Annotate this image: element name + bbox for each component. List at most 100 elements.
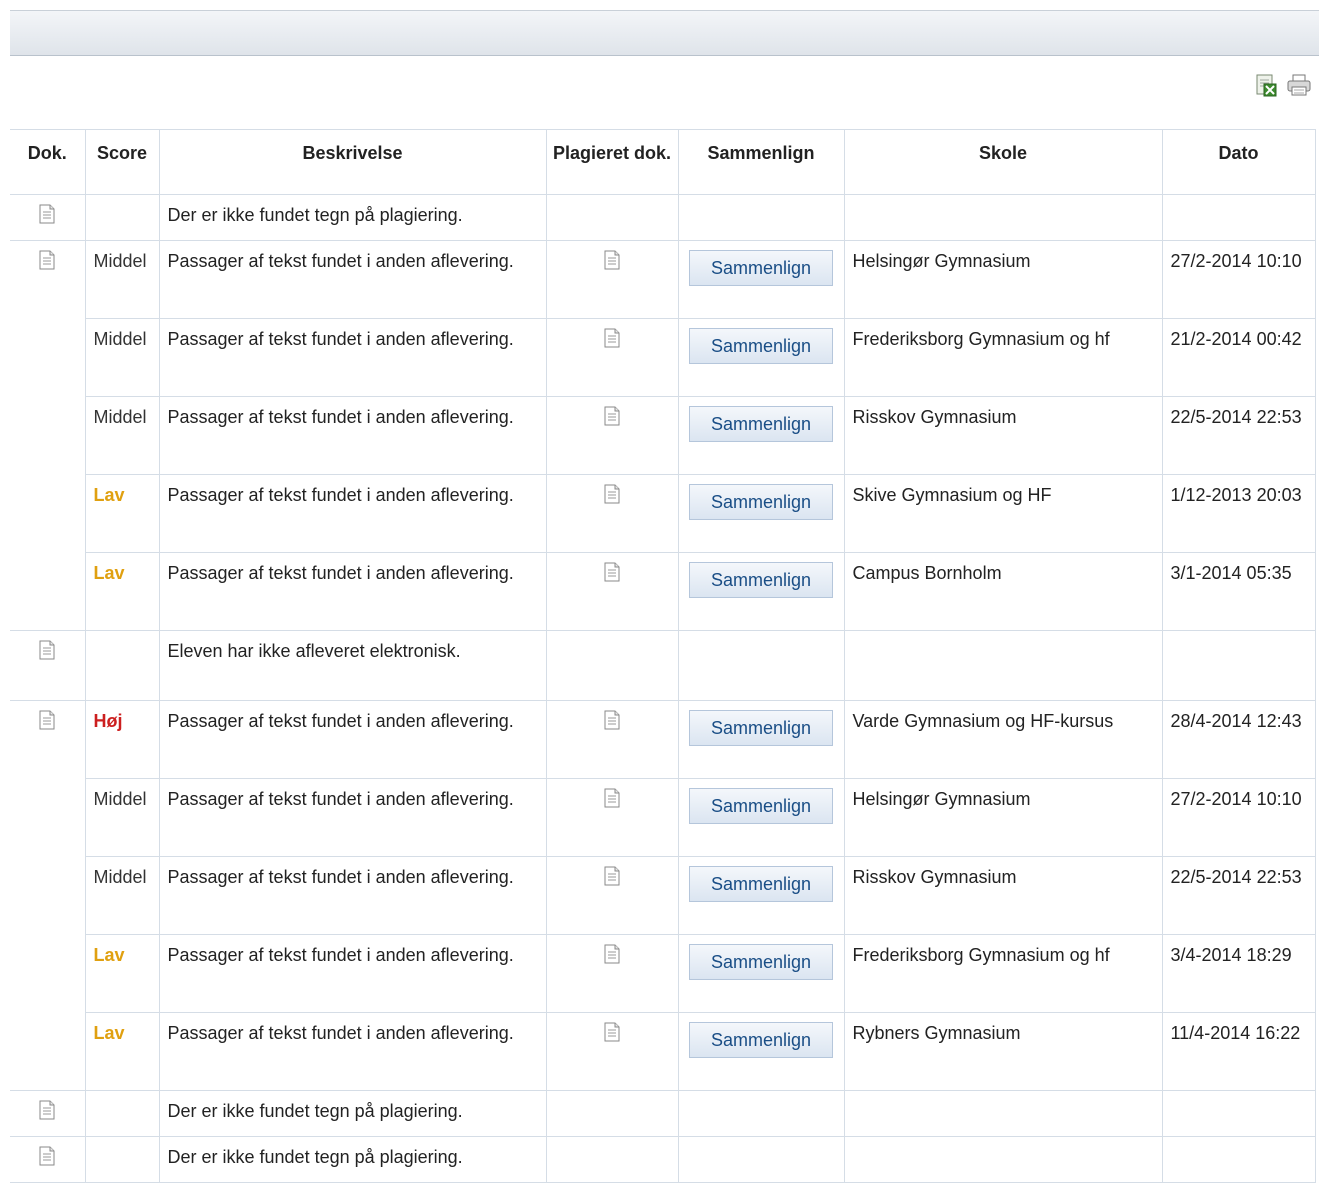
compare-button[interactable]: Sammenlign xyxy=(689,250,833,286)
table-row: Eleven har ikke afleveret elektronisk. xyxy=(10,630,1316,701)
school-name: Frederiksborg Gymnasium og hf xyxy=(852,945,1110,965)
cell-dok xyxy=(10,1012,86,1091)
cell-dato: 22/5-2014 22:53 xyxy=(1161,856,1316,935)
cell-dok xyxy=(10,934,86,1013)
table-row: Der er ikke fundet tegn på plagiering. xyxy=(10,1090,1316,1137)
document-icon[interactable] xyxy=(39,250,55,270)
score-label: Lav xyxy=(93,945,125,965)
date-text: 28/4-2014 12:43 xyxy=(1170,711,1302,731)
cell-beskrivelse: Der er ikke fundet tegn på plagiering. xyxy=(158,194,547,241)
compare-button[interactable]: Sammenlign xyxy=(689,710,833,746)
plagiarized-document-icon[interactable] xyxy=(604,250,620,270)
cell-dok xyxy=(10,1136,86,1183)
cell-beskrivelse: Passager af tekst fundet i anden aflever… xyxy=(158,1012,547,1091)
cell-score: Lav xyxy=(84,474,160,553)
cell-beskrivelse: Passager af tekst fundet i anden aflever… xyxy=(158,934,547,1013)
compare-button[interactable]: Sammenlign xyxy=(689,562,833,598)
cell-plagieret-dok xyxy=(545,778,679,857)
table-row: Middel Passager af tekst fundet i anden a… xyxy=(10,778,1316,857)
score-label: Lav xyxy=(93,563,125,583)
cell-dok xyxy=(10,318,86,397)
cell-sammenlign: Sammenlign xyxy=(677,856,845,935)
plagiarized-document-icon[interactable] xyxy=(604,788,620,808)
date-text: 3/4-2014 18:29 xyxy=(1170,945,1292,965)
column-header-dok: Dok. xyxy=(10,129,86,195)
plagiarized-document-icon[interactable] xyxy=(604,866,620,886)
document-icon[interactable] xyxy=(39,204,55,224)
plagiarized-document-icon[interactable] xyxy=(604,1022,620,1042)
document-icon[interactable] xyxy=(39,1146,55,1166)
score-label: Middel xyxy=(93,867,147,887)
cell-dok xyxy=(10,856,86,935)
date-text: 11/4-2014 16:22 xyxy=(1170,1023,1301,1043)
compare-button[interactable]: Sammenlign xyxy=(689,866,833,902)
document-icon[interactable] xyxy=(39,640,55,660)
description-text: Passager af tekst fundet i anden aflever… xyxy=(167,945,514,965)
compare-button[interactable]: Sammenlign xyxy=(689,944,833,980)
cell-score xyxy=(84,1090,160,1137)
document-icon[interactable] xyxy=(39,710,55,730)
cell-score: Lav xyxy=(84,934,160,1013)
score-label: Middel xyxy=(93,789,147,809)
cell-dato xyxy=(1161,630,1316,701)
plagiarized-document-icon[interactable] xyxy=(604,406,620,426)
compare-button[interactable]: Sammenlign xyxy=(689,484,833,520)
table-row: Lav Passager af tekst fundet i anden afle… xyxy=(10,1012,1316,1091)
cell-beskrivelse: Der er ikke fundet tegn på plagiering. xyxy=(158,1136,547,1183)
cell-beskrivelse: Passager af tekst fundet i anden aflever… xyxy=(158,396,547,475)
cell-score xyxy=(84,1136,160,1183)
table-row: Høj Passager af tekst fundet i anden afle… xyxy=(10,700,1316,779)
date-text: 22/5-2014 22:53 xyxy=(1170,867,1302,887)
description-text: Passager af tekst fundet i anden aflever… xyxy=(167,485,514,505)
compare-button[interactable]: Sammenlign xyxy=(689,788,833,824)
excel-export-icon[interactable] xyxy=(1253,72,1279,98)
cell-dato: 3/4-2014 18:29 xyxy=(1161,934,1316,1013)
cell-dok xyxy=(10,396,86,475)
printer-icon[interactable] xyxy=(1285,72,1311,98)
export-toolbar xyxy=(1253,72,1311,98)
cell-dok xyxy=(10,630,86,701)
document-icon[interactable] xyxy=(39,1100,55,1120)
cell-beskrivelse: Passager af tekst fundet i anden aflever… xyxy=(158,240,547,319)
plagiarized-document-icon[interactable] xyxy=(604,944,620,964)
cell-score: Lav xyxy=(84,552,160,631)
cell-dato: 3/1-2014 05:35 xyxy=(1161,552,1316,631)
compare-button[interactable]: Sammenlign xyxy=(689,328,833,364)
school-name: Frederiksborg Gymnasium og hf xyxy=(852,329,1110,349)
cell-plagieret-dok xyxy=(545,194,679,241)
cell-skole: Risskov Gymnasium xyxy=(843,396,1163,475)
score-label: Middel xyxy=(93,407,147,427)
cell-score xyxy=(84,630,160,701)
date-text: 22/5-2014 22:53 xyxy=(1170,407,1302,427)
cell-skole: Frederiksborg Gymnasium og hf xyxy=(843,318,1163,397)
cell-beskrivelse: Passager af tekst fundet i anden aflever… xyxy=(158,778,547,857)
cell-skole: Varde Gymnasium og HF-kursus xyxy=(843,700,1163,779)
cell-beskrivelse: Passager af tekst fundet i anden aflever… xyxy=(158,856,547,935)
plagiarized-document-icon[interactable] xyxy=(604,710,620,730)
table-row: Der er ikke fundet tegn på plagiering. xyxy=(10,194,1316,241)
column-header-dato: Dato xyxy=(1161,129,1316,195)
cell-score xyxy=(84,194,160,241)
cell-plagieret-dok xyxy=(545,934,679,1013)
description-text: Der er ikke fundet tegn på plagiering. xyxy=(167,1147,463,1167)
column-header-beskrivelse: Beskrivelse xyxy=(158,129,547,195)
cell-beskrivelse: Passager af tekst fundet i anden aflever… xyxy=(158,318,547,397)
description-text: Passager af tekst fundet i anden aflever… xyxy=(167,1023,514,1043)
cell-plagieret-dok xyxy=(545,396,679,475)
cell-score: Middel xyxy=(84,240,160,319)
cell-skole: Frederiksborg Gymnasium og hf xyxy=(843,934,1163,1013)
compare-button[interactable]: Sammenlign xyxy=(689,406,833,442)
cell-dato: 1/12-2013 20:03 xyxy=(1161,474,1316,553)
description-text: Der er ikke fundet tegn på plagiering. xyxy=(167,205,463,225)
column-header-score: Score xyxy=(84,129,160,195)
cell-plagieret-dok xyxy=(545,630,679,701)
plagiarized-document-icon[interactable] xyxy=(604,328,620,348)
plagiarized-document-icon[interactable] xyxy=(604,562,620,582)
plagiarized-document-icon[interactable] xyxy=(604,484,620,504)
cell-score: Middel xyxy=(84,318,160,397)
table-row: Middel Passager af tekst fundet i anden a… xyxy=(10,318,1316,397)
school-name: Rybners Gymnasium xyxy=(852,1023,1021,1043)
compare-button[interactable]: Sammenlign xyxy=(689,1022,833,1058)
cell-plagieret-dok xyxy=(545,1136,679,1183)
date-text: 3/1-2014 05:35 xyxy=(1170,563,1292,583)
